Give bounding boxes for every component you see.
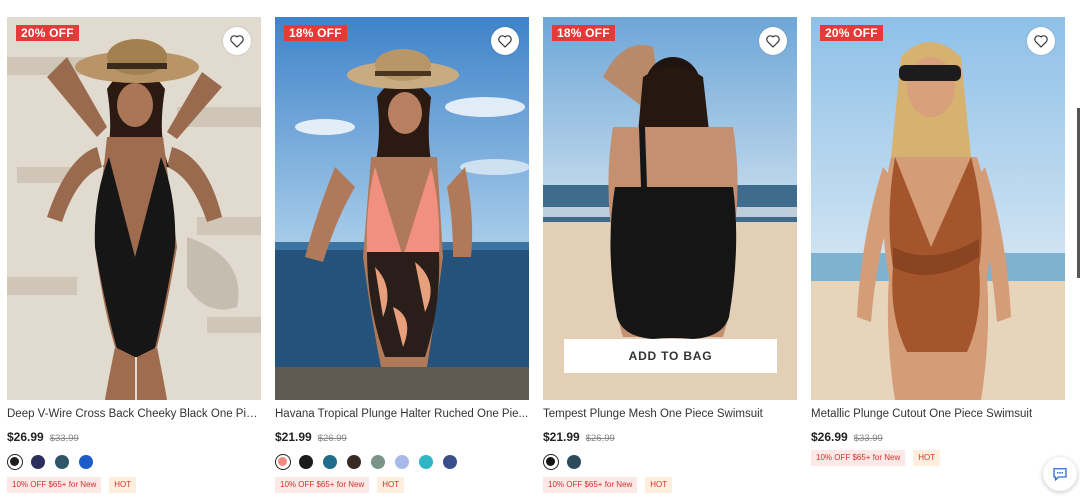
color-swatch[interactable] [419, 455, 433, 469]
color-swatches [275, 454, 529, 470]
color-swatches [543, 454, 797, 470]
product-photo [811, 17, 1065, 400]
color-swatch[interactable] [79, 455, 93, 469]
color-swatch[interactable] [567, 455, 581, 469]
sale-price: $26.99 [7, 430, 44, 444]
hot-tag: HOT [109, 477, 137, 493]
color-swatch[interactable] [395, 455, 409, 469]
heart-icon [766, 35, 780, 48]
wishlist-button[interactable] [759, 27, 787, 55]
color-swatch[interactable] [55, 455, 69, 469]
chat-bubble-icon [1053, 468, 1067, 481]
chat-button[interactable] [1043, 457, 1077, 491]
product-image[interactable]: 18% OFF ADD TO BAG [543, 17, 797, 400]
color-swatch[interactable] [275, 454, 291, 470]
product-image[interactable]: 20% OFF [811, 17, 1065, 400]
original-price: $33.99 [49, 433, 79, 444]
product-title[interactable]: Havana Tropical Plunge Halter Ruched One… [275, 407, 529, 421]
discount-badge: 20% OFF [16, 25, 79, 41]
promo-tag: 10% OFF $65+ for New [7, 477, 102, 493]
discount-badge: 20% OFF [820, 25, 883, 41]
product-photo [275, 17, 529, 400]
product-image[interactable]: 20% OFF [7, 17, 261, 400]
add-to-bag-button[interactable]: ADD TO BAG [564, 339, 777, 373]
product-title[interactable]: Tempest Plunge Mesh One Piece Swimsuit [543, 407, 797, 421]
color-swatches [7, 454, 261, 470]
product-photo [7, 17, 261, 400]
product-card[interactable]: 20% OFF Deep V-Wire Cross Back Cheeky Bl… [7, 17, 261, 493]
promo-tag: 10% OFF $65+ for New [543, 477, 638, 493]
original-price: $26.99 [317, 433, 347, 444]
color-swatch[interactable] [347, 455, 361, 469]
hot-tag: HOT [913, 450, 941, 466]
hot-tag: HOT [645, 477, 673, 493]
wishlist-button[interactable] [223, 27, 251, 55]
original-price: $33.99 [853, 433, 883, 444]
product-image[interactable]: 18% OFF [275, 17, 529, 400]
sale-price: $21.99 [275, 430, 312, 444]
color-swatch[interactable] [443, 455, 457, 469]
color-swatch[interactable] [31, 455, 45, 469]
discount-badge: 18% OFF [284, 25, 347, 41]
sale-price: $26.99 [811, 430, 848, 444]
product-title[interactable]: Metallic Plunge Cutout One Piece Swimsui… [811, 407, 1065, 421]
product-card[interactable]: 18% OFF Havana Tropical Plunge Halter Ru… [275, 17, 529, 493]
color-swatch[interactable] [7, 454, 23, 470]
product-card[interactable]: 18% OFF ADD TO BAG Tempest Plunge Mesh O… [543, 17, 797, 493]
wishlist-button[interactable] [491, 27, 519, 55]
color-swatch[interactable] [371, 455, 385, 469]
hot-tag: HOT [377, 477, 405, 493]
wishlist-button[interactable] [1027, 27, 1055, 55]
heart-icon [1034, 35, 1048, 48]
heart-icon [230, 35, 244, 48]
original-price: $26.99 [585, 433, 615, 444]
promo-tag: 10% OFF $65+ for New [275, 477, 370, 493]
product-card[interactable]: 20% OFF Metallic Plunge Cutout One Piece… [811, 17, 1065, 466]
discount-badge: 18% OFF [552, 25, 615, 41]
color-swatch[interactable] [543, 454, 559, 470]
color-swatch[interactable] [299, 455, 313, 469]
color-swatch[interactable] [323, 455, 337, 469]
promo-tag: 10% OFF $65+ for New [811, 450, 906, 466]
product-title[interactable]: Deep V-Wire Cross Back Cheeky Black One … [7, 407, 261, 421]
heart-icon [498, 35, 512, 48]
sale-price: $21.99 [543, 430, 580, 444]
